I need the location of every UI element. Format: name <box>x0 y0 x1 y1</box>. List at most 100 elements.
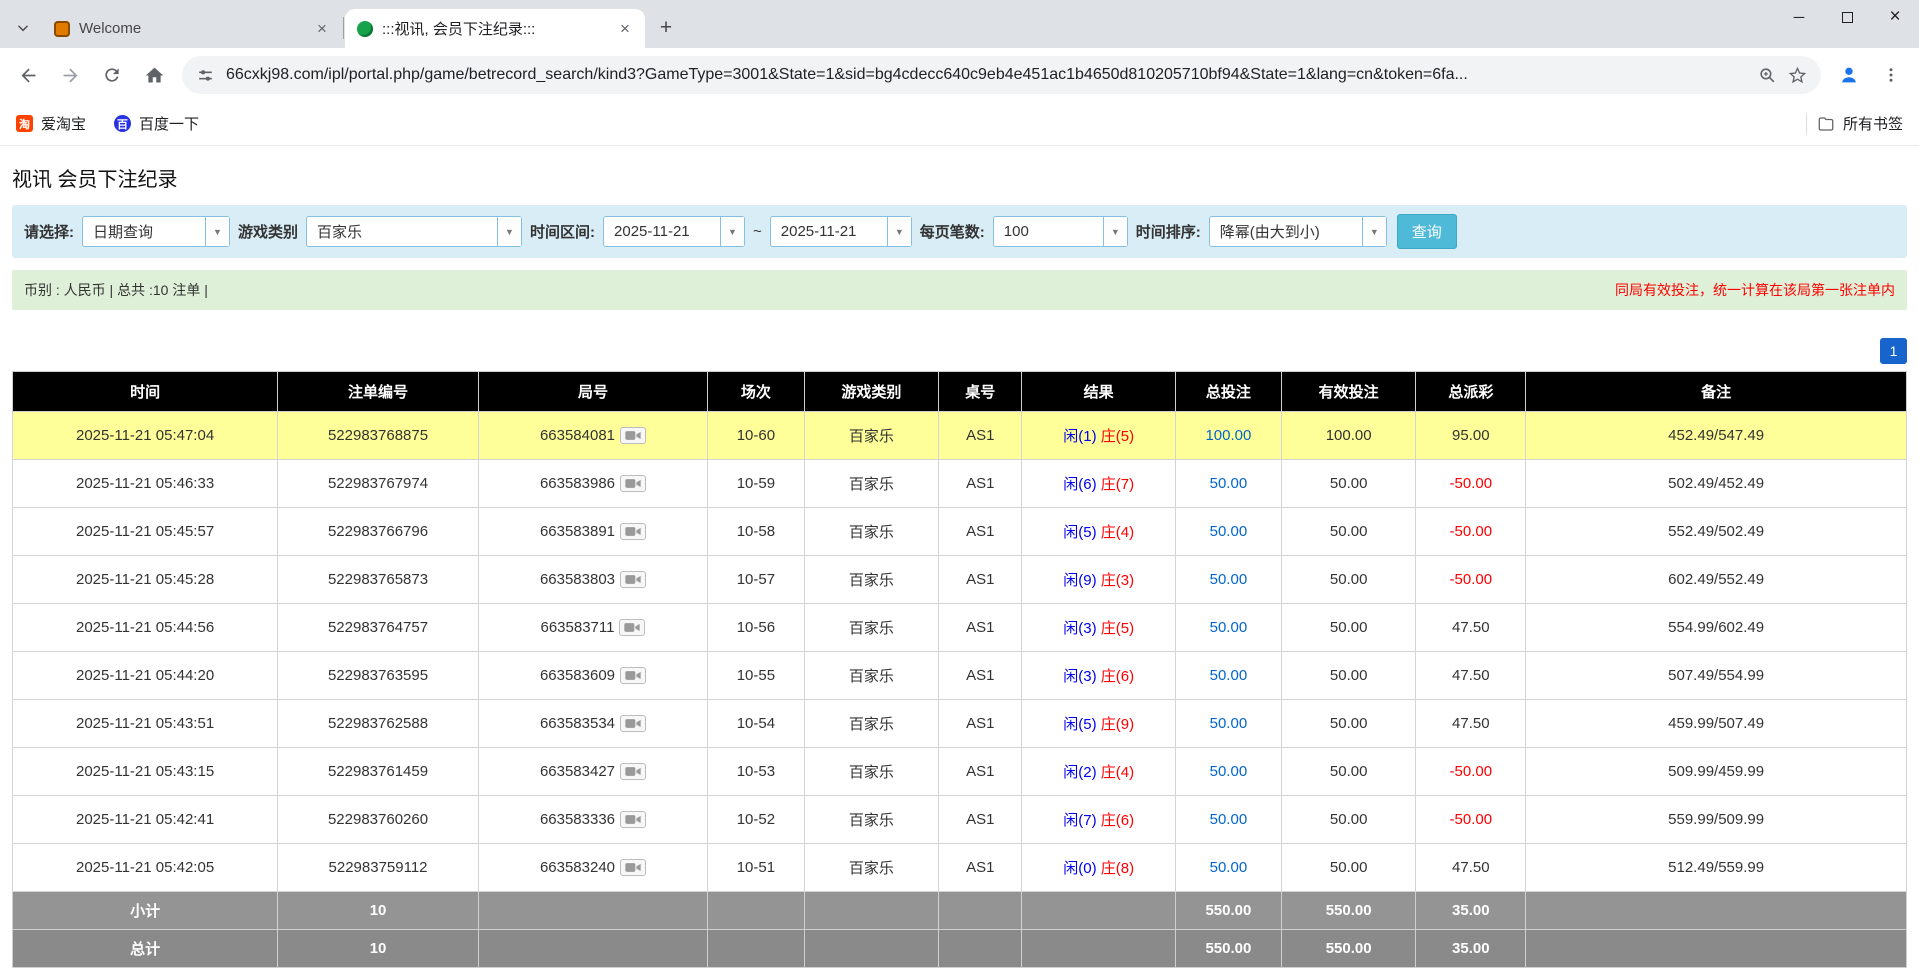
time-cell: 2025-11-21 05:42:41 <box>13 796 278 844</box>
round-cell: 663584081 <box>478 412 707 460</box>
all-bookmarks-button[interactable]: 所有书签 <box>1817 113 1903 134</box>
url-text[interactable]: 66cxkj98.com/ipl/portal.php/game/betreco… <box>226 66 1747 84</box>
total-bet-link[interactable]: 50.00 <box>1210 715 1248 732</box>
total-bet-link[interactable]: 50.00 <box>1210 811 1248 828</box>
total-bet-link[interactable]: 50.00 <box>1210 859 1248 876</box>
total-bet-link[interactable]: 50.00 <box>1210 763 1248 780</box>
result-cell: 闲(6) 庄(7) <box>1022 460 1175 508</box>
session-cell: 10-54 <box>708 700 805 748</box>
bookmark-baidu[interactable]: 百 百度一下 <box>114 113 199 134</box>
note-cell: 509.99/459.99 <box>1526 748 1907 796</box>
total-bet-link[interactable]: 50.00 <box>1210 667 1248 684</box>
result-cell: 闲(2) 庄(4) <box>1022 748 1175 796</box>
banker-result: 庄(4) <box>1101 764 1134 781</box>
banker-result: 庄(4) <box>1101 524 1134 541</box>
total-bet-cell: 100.00 <box>1175 412 1281 460</box>
date-from-select[interactable]: 2025-11-21 ▼ <box>603 216 745 247</box>
chevron-down-icon[interactable] <box>6 8 40 48</box>
page-button-1[interactable]: 1 <box>1880 338 1907 364</box>
video-icon[interactable] <box>620 763 646 780</box>
page-size-select[interactable]: 100 ▼ <box>993 216 1128 247</box>
video-icon[interactable] <box>620 523 646 540</box>
player-result: 闲(2) <box>1063 764 1096 781</box>
tab-betrecord[interactable]: :::视讯, 会员下注纪录::: × <box>345 9 645 48</box>
game-type-cell: 百家乐 <box>804 556 938 604</box>
home-button[interactable] <box>136 57 172 93</box>
maximize-button[interactable] <box>1823 0 1871 34</box>
divider <box>1806 113 1807 135</box>
player-result: 闲(9) <box>1063 572 1096 589</box>
back-button[interactable] <box>10 57 46 93</box>
total-row: 总计 10 550.00 550.00 35.00 <box>13 930 1907 968</box>
forward-button[interactable] <box>52 57 88 93</box>
footer-cell <box>1526 930 1907 968</box>
note-cell: 452.49/547.49 <box>1526 412 1907 460</box>
video-icon[interactable] <box>620 859 646 876</box>
chevron-down-icon[interactable]: ▼ <box>205 217 229 246</box>
video-icon[interactable] <box>620 667 646 684</box>
total-bet-link[interactable]: 50.00 <box>1210 571 1248 588</box>
video-icon[interactable] <box>619 619 645 636</box>
search-button[interactable]: 查询 <box>1397 214 1457 249</box>
banker-result: 庄(6) <box>1101 812 1134 829</box>
total-bet-cell: 50.00 <box>1175 748 1281 796</box>
tab-welcome[interactable]: Welcome × <box>42 9 342 48</box>
close-icon[interactable]: × <box>615 19 635 39</box>
bet-id-cell: 522983762588 <box>278 700 479 748</box>
video-icon[interactable] <box>620 715 646 732</box>
game-type-select[interactable]: 百家乐 ▼ <box>306 216 522 247</box>
video-icon[interactable] <box>620 427 646 444</box>
bookmark-star-icon[interactable] <box>1788 66 1807 85</box>
refresh-button[interactable] <box>94 57 130 93</box>
footer-count: 10 <box>278 930 479 968</box>
close-icon[interactable]: × <box>312 19 332 39</box>
payout-value: 47.50 <box>1452 667 1490 684</box>
date-query-select[interactable]: 日期查询 ▼ <box>82 216 230 247</box>
chevron-down-icon[interactable]: ▼ <box>1103 217 1127 246</box>
menu-kebab-icon[interactable] <box>1873 57 1909 93</box>
valid-bet-cell: 50.00 <box>1281 652 1415 700</box>
chevron-down-icon[interactable]: ▼ <box>720 217 744 246</box>
payout-value: -50.00 <box>1450 811 1493 828</box>
video-icon[interactable] <box>620 475 646 492</box>
choose-label: 请选择: <box>24 221 74 242</box>
zoom-icon[interactable] <box>1758 66 1777 85</box>
time-cell: 2025-11-21 05:43:51 <box>13 700 278 748</box>
new-tab-button[interactable]: + <box>651 13 681 43</box>
round-cell: 663583240 <box>478 844 707 892</box>
sort-order-select[interactable]: 降幂(由大到小) ▼ <box>1209 216 1387 247</box>
site-info-icon[interactable] <box>196 66 215 85</box>
bet-id-cell: 522983764757 <box>278 604 479 652</box>
payout-value: 47.50 <box>1452 859 1490 876</box>
payout-value: -50.00 <box>1450 475 1493 492</box>
time-cell: 2025-11-21 05:45:57 <box>13 508 278 556</box>
round-number: 663583240 <box>540 859 615 876</box>
column-header: 游戏类别 <box>804 372 938 412</box>
table-number-cell: AS1 <box>939 460 1022 508</box>
folder-icon <box>1817 115 1835 133</box>
close-button[interactable]: × <box>1871 0 1919 34</box>
video-icon[interactable] <box>620 811 646 828</box>
chevron-down-icon[interactable]: ▼ <box>497 217 521 246</box>
column-header: 注单编号 <box>278 372 479 412</box>
session-cell: 10-52 <box>708 796 805 844</box>
date-to-select[interactable]: 2025-11-21 ▼ <box>770 216 912 247</box>
footer-valid-bet: 550.00 <box>1281 930 1415 968</box>
video-icon[interactable] <box>620 571 646 588</box>
total-bet-link[interactable]: 50.00 <box>1210 475 1248 492</box>
round-number: 663583609 <box>540 667 615 684</box>
round-number: 663583534 <box>540 715 615 732</box>
total-bet-link[interactable]: 50.00 <box>1210 523 1248 540</box>
total-bet-link[interactable]: 50.00 <box>1210 619 1248 636</box>
chevron-down-icon[interactable]: ▼ <box>887 217 911 246</box>
address-bar[interactable]: 66cxkj98.com/ipl/portal.php/game/betreco… <box>182 56 1821 94</box>
total-bet-link[interactable]: 100.00 <box>1205 427 1251 444</box>
game-type-cell: 百家乐 <box>804 460 938 508</box>
footer-cell <box>708 892 805 930</box>
time-cell: 2025-11-21 05:45:28 <box>13 556 278 604</box>
minimize-button[interactable]: ─ <box>1775 0 1823 34</box>
footer-label: 总计 <box>13 930 278 968</box>
bookmark-taobao[interactable]: 淘 爱淘宝 <box>16 113 86 134</box>
chevron-down-icon[interactable]: ▼ <box>1362 217 1386 246</box>
profile-icon[interactable] <box>1831 57 1867 93</box>
